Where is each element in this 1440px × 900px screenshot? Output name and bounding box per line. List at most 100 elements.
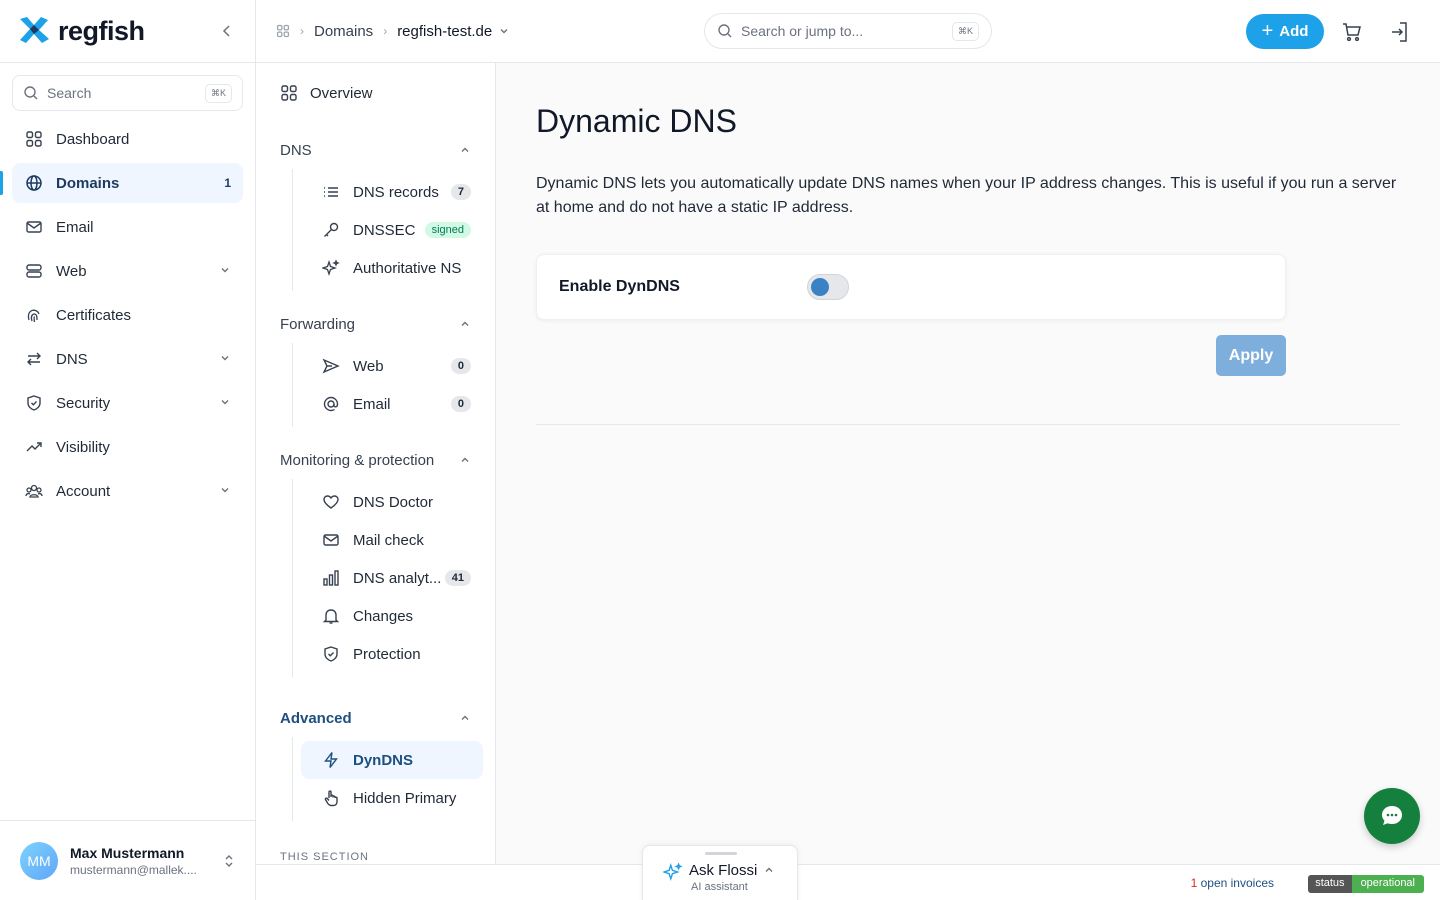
subnav-authoritative-ns[interactable]: Authoritative NS [301, 249, 483, 287]
count-badge: 0 [450, 358, 471, 374]
section-divider [536, 424, 1400, 425]
subnav-hidden-primary[interactable]: Hidden Primary [301, 779, 483, 817]
group-header-dns[interactable]: DNS [256, 135, 495, 165]
count-badge: 0 [450, 396, 471, 412]
subnav-forwarding-web[interactable]: Web 0 [301, 347, 483, 385]
list-icon [321, 183, 341, 201]
subnav-protection[interactable]: Protection [301, 635, 483, 673]
user-menu[interactable]: MM Max Mustermann mustermann@mallek.... [0, 820, 255, 900]
subnav-forwarding-email[interactable]: Email 0 [301, 385, 483, 423]
brand-name: regfish [58, 15, 145, 46]
chevron-down-icon[interactable] [498, 25, 510, 37]
group-header-advanced[interactable]: Advanced [256, 703, 495, 733]
sparkles-icon [321, 259, 341, 277]
subnav-item-label: DNS records [353, 183, 439, 201]
status-badge-value: operational [1351, 875, 1424, 893]
search-icon [718, 24, 732, 38]
breadcrumb-domains-link[interactable]: Domains [314, 23, 373, 40]
group-header-monitoring[interactable]: Monitoring & protection [256, 445, 495, 475]
invoice-text: open invoices [1197, 876, 1274, 890]
sidebar-item-label: Security [56, 394, 111, 412]
sidebar-item-web[interactable]: Web [12, 251, 243, 291]
sidebar-item-dns[interactable]: DNS [12, 339, 243, 379]
sidebar-item-domains[interactable]: Domains 1 [0, 163, 243, 203]
sidebar-item-label: Domains [56, 174, 120, 192]
chevron-down-icon [219, 351, 231, 368]
sidebar-search-placeholder: Search [47, 85, 92, 101]
subnav-dnssec[interactable]: DNSSEC signed [301, 211, 483, 249]
sidebar-item-label: Email [56, 218, 94, 236]
enable-dyndns-toggle[interactable] [807, 274, 849, 300]
subnav-item-label: DNS analyt... [353, 569, 442, 587]
group-title: Monitoring & protection [280, 451, 435, 469]
search-icon [24, 86, 38, 100]
chevron-updown-icon [225, 854, 233, 867]
subnav-dns-doctor[interactable]: DNS Doctor [301, 483, 483, 521]
subnav-dns-records[interactable]: DNS records 7 [301, 173, 483, 211]
regfish-logo-icon[interactable] [16, 16, 52, 46]
subnav-changes[interactable]: Changes [301, 597, 483, 635]
chevron-down-icon [219, 263, 231, 280]
collapse-sidebar-button[interactable] [215, 19, 239, 43]
main-sidebar: regfish Search ⌘K Dashboard Domains 1 Em… [0, 0, 256, 900]
assistant-title: Ask Flossi [689, 862, 758, 879]
cart-icon[interactable] [1340, 20, 1364, 44]
chevron-left-icon [222, 25, 230, 37]
apply-button[interactable]: Apply [1216, 335, 1286, 376]
sidebar-item-dashboard[interactable]: Dashboard [12, 119, 243, 159]
users-icon [24, 481, 44, 501]
toggle-knob [811, 278, 829, 296]
top-bar: › Domains › regfish-test.de Search or ju… [256, 0, 1440, 63]
sidebar-item-email[interactable]: Email [12, 207, 243, 247]
chevron-up-icon [461, 147, 469, 152]
subnav-item-label: Mail check [353, 531, 424, 549]
sparkles-icon [663, 862, 683, 881]
server-icon [24, 261, 44, 281]
enable-dyndns-label: Enable DynDNS [559, 278, 680, 295]
send-icon [321, 357, 341, 375]
page-description: Dynamic DNS lets you automatically updat… [536, 175, 1397, 216]
sidebar-item-security[interactable]: Security [12, 383, 243, 423]
open-invoices-link[interactable]: 1 open invoices [1191, 876, 1274, 890]
grid-icon[interactable] [276, 24, 290, 38]
at-icon [321, 395, 341, 413]
plus-icon: + [1261, 20, 1274, 42]
chevron-up-icon [461, 457, 469, 462]
global-search-placeholder: Search or jump to... [741, 23, 864, 39]
sidebar-search[interactable]: Search ⌘K [12, 75, 243, 111]
sidebar-item-visibility[interactable]: Visibility [12, 427, 243, 467]
sidebar-item-account[interactable]: Account [12, 471, 243, 511]
user-info: Max Mustermann mustermann@mallek.... [70, 845, 223, 877]
subnav-mail-check[interactable]: Mail check [301, 521, 483, 559]
global-search-input[interactable]: Search or jump to... ⌘K [704, 13, 992, 49]
chevron-down-icon [219, 395, 231, 412]
breadcrumb: › Domains › regfish-test.de [276, 23, 510, 40]
subnav-dns-analytics[interactable]: DNS analyt... 41 [301, 559, 483, 597]
sidebar-item-label: DNS [56, 350, 88, 368]
group-header-forwarding[interactable]: Forwarding [256, 309, 495, 339]
drag-handle[interactable] [705, 852, 737, 855]
sidebar-item-certificates[interactable]: Certificates [12, 295, 243, 335]
subnav-dyndns[interactable]: DynDNS [301, 741, 483, 779]
status-badge[interactable]: status operational [1308, 875, 1424, 893]
subnav-overview[interactable]: Overview [268, 73, 483, 113]
mail-icon [321, 531, 341, 549]
shield-icon [24, 393, 44, 413]
add-button[interactable]: + Add [1246, 14, 1324, 49]
fingerprint-icon [24, 305, 44, 325]
subnav-item-label: DNS Doctor [353, 493, 434, 511]
heart-icon [321, 493, 341, 511]
chevron-up-icon [461, 321, 469, 326]
subnav-item-label: DynDNS [353, 751, 414, 769]
ask-flossi-panel[interactable]: Ask Flossi AI assistant [642, 845, 798, 900]
logout-icon[interactable] [1388, 20, 1412, 44]
primary-nav: Dashboard Domains 1 Email Web Certificat… [0, 119, 255, 511]
breadcrumb-current-domain[interactable]: regfish-test.de [397, 23, 492, 40]
main-content: Dynamic DNS Dynamic DNS lets you automat… [496, 63, 1440, 864]
chat-button[interactable] [1364, 788, 1420, 844]
group-items-dns: DNS records 7 DNSSEC signed Authoritativ… [292, 169, 495, 291]
footer-bar: 1 open invoices status operational [256, 864, 1440, 900]
subnav-item-label: Authoritative NS [353, 259, 462, 277]
breadcrumb-separator: › [383, 24, 388, 38]
assistant-subtitle: AI assistant [691, 881, 748, 893]
